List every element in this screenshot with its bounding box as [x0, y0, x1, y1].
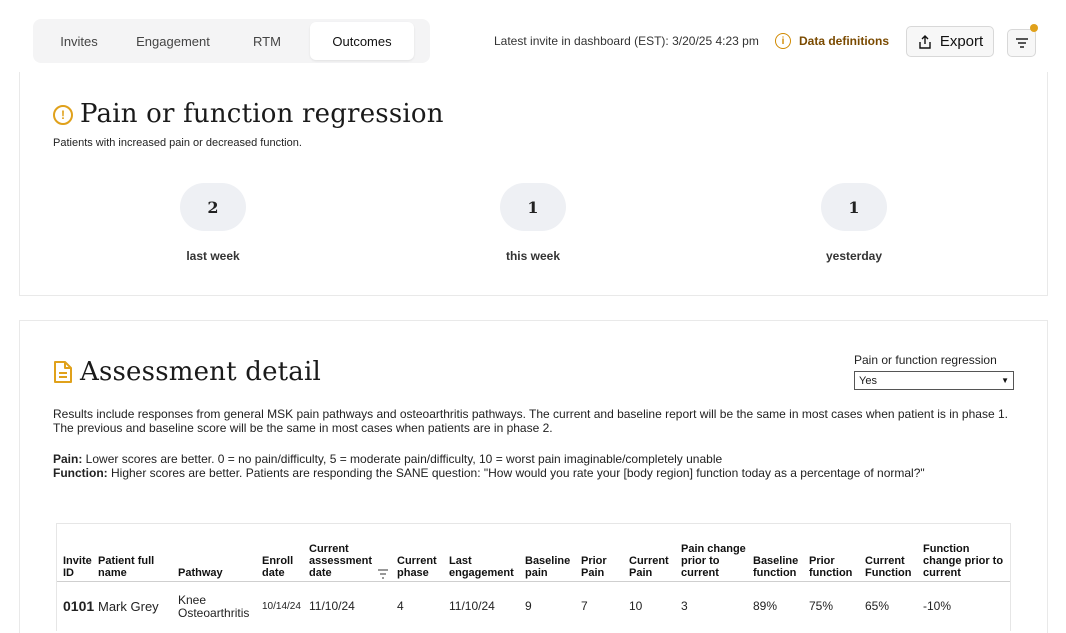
tab-bar: Invites Engagement RTM Outcomes [33, 19, 430, 63]
tab-invites[interactable]: Invites [36, 22, 122, 60]
stat-this-week: 1 this week [458, 183, 608, 263]
col-pathway[interactable]: Pathway [178, 524, 262, 582]
pain-legend: Pain: Lower scores are better. 0 = no pa… [53, 452, 1023, 466]
tab-rtm[interactable]: RTM [224, 22, 310, 60]
tab-engagement[interactable]: Engagement [122, 22, 224, 60]
col-baseline-pain[interactable]: Baseline pain [525, 524, 581, 582]
sort-icon[interactable] [377, 568, 389, 579]
cell-prior-pain: 7 [581, 599, 588, 614]
cell-patient-name: Mark Grey [98, 599, 159, 615]
cell-current-pain: 10 [629, 599, 643, 614]
tab-outcomes[interactable]: Outcomes [310, 22, 414, 60]
function-legend-label: Function: [53, 466, 108, 480]
cell-last-engagement: 11/10/24 [449, 599, 495, 614]
document-icon [54, 361, 72, 383]
table-header-row: Invite ID Patient full name Pathway Enro… [57, 524, 1010, 582]
info-circle-icon: i [775, 33, 791, 49]
share-upload-icon [919, 34, 931, 49]
cell-function-change: -10% [923, 599, 952, 614]
cell-phase: 4 [397, 599, 404, 614]
col-function-change[interactable]: Function change prior to current [923, 524, 1010, 582]
filter-lines-icon [1015, 38, 1028, 48]
cell-current-function: 65% [865, 599, 890, 614]
col-pain-change[interactable]: Pain change prior to current [681, 524, 753, 582]
data-definitions-link[interactable]: i Data definitions [775, 33, 889, 49]
col-last-engagement[interactable]: Last engagement [449, 524, 525, 582]
col-current-pain[interactable]: Current Pain [629, 524, 681, 582]
col-current-assessment-date-label: Current assessment date [309, 542, 372, 579]
filter-button[interactable] [1007, 29, 1036, 57]
col-current-phase[interactable]: Current phase [397, 524, 449, 582]
cell-baseline-function: 89% [753, 599, 778, 614]
pain-legend-text: Lower scores are better. 0 = no pain/dif… [82, 452, 723, 466]
stat-value: 2 [180, 183, 246, 231]
assessment-table: Invite ID Patient full name Pathway Enro… [56, 523, 1011, 631]
regression-filter-label: Pain or function regression [854, 353, 997, 367]
col-enroll-date[interactable]: Enroll date [262, 524, 309, 582]
stat-label: this week [505, 249, 561, 263]
col-current-assessment-date[interactable]: Current assessment date [309, 524, 397, 582]
cell-pathway: Knee Osteoarthritis [178, 592, 250, 620]
score-legend: Pain: Lower scores are better. 0 = no pa… [53, 452, 1023, 480]
col-baseline-function[interactable]: Baseline function [753, 524, 809, 582]
data-definitions-label: Data definitions [799, 34, 890, 48]
export-label: Export [939, 33, 984, 50]
stat-label: last week [186, 249, 240, 263]
stat-value: 1 [500, 183, 566, 231]
col-patient-name[interactable]: Patient full name [98, 524, 178, 582]
regression-title: Pain or function regression [80, 99, 444, 129]
function-legend-text: Higher scores are better. Patients are r… [107, 466, 925, 480]
cell-invite-id: 0101 [63, 598, 95, 615]
exclamation-circle-icon: ! [53, 105, 73, 125]
regression-filter-value: Yes [859, 374, 877, 387]
table-row[interactable]: 0101 Mark Grey Knee Osteoarthritis 10/14… [57, 581, 1010, 632]
stat-label: yesterday [825, 249, 883, 263]
col-prior-function[interactable]: Prior function [809, 524, 865, 582]
pain-legend-label: Pain: [53, 452, 83, 466]
col-invite-id[interactable]: Invite ID [57, 524, 98, 582]
latest-invite-text: Latest invite in dashboard (EST): 3/20/2… [494, 34, 759, 48]
stat-last-week: 2 last week [138, 183, 288, 263]
filter-active-indicator [1030, 24, 1038, 32]
stat-value: 1 [821, 183, 887, 231]
cell-enroll-date: 10/14/24 [262, 601, 301, 613]
regression-filter-select[interactable]: Yes ▼ [854, 371, 1014, 390]
cell-baseline-pain: 9 [525, 599, 532, 614]
export-button[interactable]: Export [906, 26, 994, 57]
col-current-function[interactable]: Current Function [865, 524, 923, 582]
assessment-description: Results include responses from general M… [53, 407, 1008, 435]
col-prior-pain[interactable]: Prior Pain [581, 524, 629, 582]
assessment-title: Assessment detail [80, 357, 322, 387]
cell-assessment-date: 11/10/24 [309, 599, 355, 614]
caret-down-icon: ▼ [1001, 376, 1009, 385]
regression-subtitle: Patients with increased pain or decrease… [53, 137, 302, 149]
cell-prior-function: 75% [809, 599, 834, 614]
cell-pain-change: 3 [681, 599, 688, 614]
stat-yesterday: 1 yesterday [779, 183, 929, 263]
function-legend: Function: Higher scores are better. Pati… [53, 466, 1023, 480]
